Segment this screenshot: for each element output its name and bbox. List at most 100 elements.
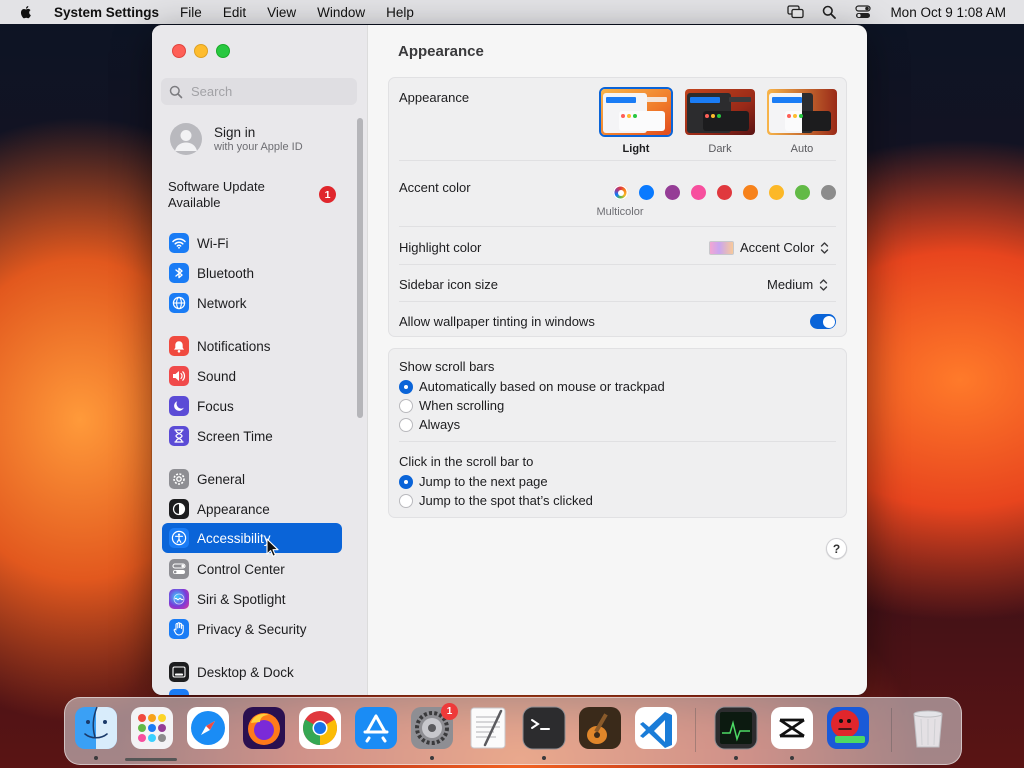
help-button[interactable]: ? (826, 538, 847, 559)
running-indicator (790, 756, 794, 760)
sidebar-item-sound[interactable]: Sound (162, 361, 342, 391)
finder-icon[interactable] (73, 705, 119, 751)
terminal-icon[interactable] (521, 705, 567, 751)
click-jump-next-page-option[interactable]: Jump to the next page (399, 474, 548, 489)
menu-help[interactable]: Help (386, 5, 414, 20)
garageband-icon[interactable] (577, 705, 623, 751)
menu-edit[interactable]: Edit (223, 5, 246, 20)
appearance-option-light[interactable]: Light (599, 87, 673, 155)
sidebar-icon-size-label: Sidebar icon size (399, 277, 498, 292)
radio-button[interactable] (399, 379, 413, 394)
display-mirroring-icon[interactable] (786, 4, 804, 20)
control-center-icon[interactable] (854, 4, 872, 20)
search-input[interactable] (189, 83, 353, 100)
bluetooth-icon (169, 263, 189, 283)
next-sidebar-icon-partial (169, 689, 189, 695)
firefox-icon[interactable] (241, 705, 287, 751)
chrome-icon[interactable] (297, 705, 343, 751)
vscode-icon[interactable] (633, 705, 679, 751)
sidebar-scrollbar[interactable] (356, 118, 363, 418)
app-store-icon[interactable] (353, 705, 399, 751)
scroll-bars-automatic-option[interactable]: Automatically based on mouse or trackpad (399, 379, 665, 394)
sidebar-item-label: Appearance (197, 501, 270, 517)
menu-app-name[interactable]: System Settings (54, 5, 159, 20)
radio-button[interactable] (399, 474, 413, 489)
sidebar-item-notifications[interactable]: Notifications (162, 331, 342, 361)
accent-purple-swatch[interactable] (665, 185, 680, 200)
divider (399, 264, 836, 265)
globe-icon (169, 293, 189, 313)
sidebar-item-wifi[interactable]: Wi-Fi (162, 228, 342, 258)
radio-button[interactable] (399, 398, 413, 413)
accent-pink-swatch[interactable] (691, 185, 706, 200)
dark-preview (683, 87, 757, 137)
sidebar-item-network[interactable]: Network (162, 288, 342, 318)
sidebar-item-bluetooth[interactable]: Bluetooth (162, 258, 342, 288)
sidebar-item-appearance[interactable]: Appearance (162, 494, 342, 524)
menu-window[interactable]: Window (317, 5, 365, 20)
trash-icon[interactable] (905, 705, 951, 751)
moon-icon (169, 396, 189, 416)
menu-view[interactable]: View (267, 5, 296, 20)
sidebar-item-control-center[interactable]: Control Center (162, 554, 342, 584)
launchpad-icon[interactable] (129, 705, 175, 751)
dock-icon (169, 662, 189, 682)
radio-button[interactable] (399, 493, 413, 508)
wallpaper-tinting-toggle[interactable] (810, 314, 836, 329)
sidebar-item-label: Siri & Spotlight (197, 591, 286, 607)
apple-id-sign-in[interactable]: Sign in with your Apple ID (170, 123, 303, 155)
app-icon[interactable] (825, 705, 871, 751)
accent-graphite-swatch[interactable] (821, 185, 836, 200)
menu-bar-clock[interactable]: Mon Oct 9 1:08 AM (890, 5, 1006, 20)
textedit-icon[interactable] (465, 705, 511, 751)
spotlight-search-icon[interactable] (820, 4, 838, 20)
dock: 1 (64, 697, 962, 765)
activity-monitor-icon[interactable] (713, 705, 759, 751)
appearance-option-dark[interactable]: Dark (683, 87, 757, 155)
accent-color-label: Accent color (399, 180, 471, 195)
appearance-option-label: Auto (790, 143, 814, 155)
sidebar-item-focus[interactable]: Focus (162, 391, 342, 421)
capcut-icon[interactable] (769, 705, 815, 751)
accent-multicolor-swatch[interactable] (613, 185, 628, 200)
sidebar-item-desktop-dock[interactable]: Desktop & Dock (162, 657, 342, 687)
sidebar-item-siri-spotlight[interactable]: Siri & Spotlight (162, 584, 342, 614)
close-window-button[interactable] (172, 44, 186, 58)
software-update-label: Software Update Available (168, 179, 265, 210)
sidebar-icon-size-popup[interactable]: Medium (767, 277, 828, 292)
sidebar-item-general[interactable]: General (162, 464, 342, 494)
appearance-option-auto[interactable]: Auto (765, 87, 839, 155)
highlight-color-label: Highlight color (399, 240, 482, 255)
search-field[interactable] (161, 78, 357, 105)
accent-yellow-swatch[interactable] (769, 185, 784, 200)
menu-file[interactable]: File (180, 5, 202, 20)
highlight-color-popup[interactable]: Accent Color (709, 240, 829, 255)
radio-button[interactable] (399, 417, 413, 432)
up-down-chevron-icon (820, 278, 828, 291)
sidebar-item-screen-time[interactable]: Screen Time (162, 421, 342, 451)
accent-red-swatch[interactable] (717, 185, 732, 200)
scroll-bars-always-option[interactable]: Always (399, 417, 460, 432)
scroll-bars-when-scrolling-option[interactable]: When scrolling (399, 398, 504, 413)
apple-menu-icon[interactable] (18, 4, 34, 20)
sidebar-item-privacy-security[interactable]: Privacy & Security (162, 614, 342, 644)
accent-green-swatch[interactable] (795, 185, 810, 200)
sidebar-item-label: Accessibility (197, 530, 271, 546)
sidebar-item-label: Network (197, 295, 247, 311)
zoom-window-button[interactable] (216, 44, 230, 58)
divider (399, 226, 836, 227)
click-jump-spot-option[interactable]: Jump to the spot that’s clicked (399, 493, 593, 508)
radio-label: Always (419, 417, 461, 432)
software-update-item[interactable]: Software Update Available 1 (168, 179, 343, 211)
appearance-icon (169, 499, 189, 519)
minimize-window-button[interactable] (194, 44, 208, 58)
divider (399, 301, 836, 302)
accessibility-icon (169, 528, 189, 548)
accent-blue-swatch[interactable] (639, 185, 654, 200)
accent-orange-swatch[interactable] (743, 185, 758, 200)
safari-icon[interactable] (185, 705, 231, 751)
page-title: Appearance (398, 43, 484, 60)
up-down-chevron-icon (821, 241, 829, 254)
sidebar-scrollbar-thumb[interactable] (357, 118, 363, 418)
sidebar-item-accessibility[interactable]: Accessibility (162, 523, 342, 553)
